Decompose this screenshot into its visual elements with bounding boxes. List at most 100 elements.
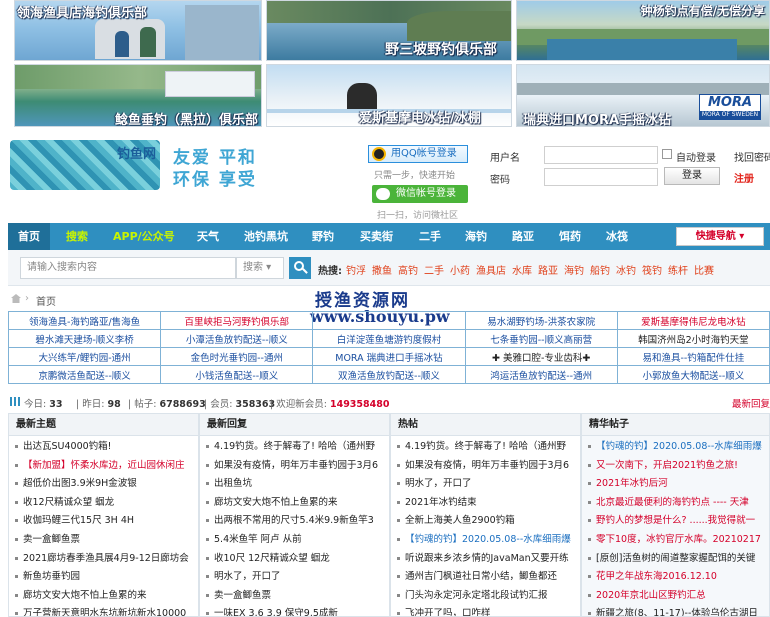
partner-link[interactable]: MORA 瑞典进口手摇冰钻 — [312, 347, 466, 366]
banner-mora[interactable]: 瑞典进口MORA手摇冰钻 MORA MORA OF SWEDEN — [516, 64, 770, 127]
thread-link[interactable]: 卖一盒鲫鱼票 — [206, 587, 389, 606]
thread-link[interactable]: 北京最近最便利的海钓钓点 ---- 天津 — [588, 494, 769, 513]
nav-app[interactable]: APP/公众号 — [113, 223, 175, 250]
thread-link[interactable]: 野钓人的梦想是什么? ......我觉得就一 — [588, 512, 769, 531]
nav-weather[interactable]: 天气 — [197, 223, 219, 250]
quick-nav-dropdown[interactable]: 快捷导航 ▾ — [676, 227, 764, 246]
thread-link[interactable]: 如果没有疫情，明年万丰垂钓园于3月6 — [397, 457, 580, 476]
thread-link[interactable]: 零下10度，冰钓官厅水库。20210217 — [588, 531, 769, 550]
breadcrumb-home[interactable]: 首页 — [36, 293, 56, 308]
thread-link[interactable]: 出达瓦SU4000钓箱! — [15, 438, 198, 457]
hot-keyword[interactable]: 渔具店 — [476, 262, 506, 277]
hot-keyword[interactable]: 筏钓 — [642, 262, 662, 277]
partner-link[interactable]: 易和渔具--钓箱配件仕挂 — [616, 347, 770, 366]
nav-market[interactable]: 买卖街 — [360, 223, 393, 250]
thread-link[interactable]: 5.4米鱼竿 阿卢 从前 — [206, 531, 389, 550]
nav-lure[interactable]: 路亚 — [512, 223, 534, 250]
thread-link[interactable]: 飞冲开了吗，口咋样 — [397, 605, 580, 616]
thread-link[interactable]: 4.19钓货。终于解毒了! 哈哈（通州野 — [397, 438, 580, 457]
nav-secondhand[interactable]: 二手 — [419, 223, 441, 250]
thread-link[interactable]: 【新加盟】怀柔水库边，近山园休闲庄 — [15, 457, 198, 476]
partner-link[interactable]: 领海渔具-海钓路亚/售海鱼 — [7, 311, 162, 330]
nav-search[interactable]: 搜索 — [66, 223, 88, 250]
nav-bait[interactable]: 饵药 — [559, 223, 581, 250]
hot-keyword[interactable]: 钓浮 — [346, 262, 366, 277]
auto-login-checkbox[interactable] — [662, 149, 672, 159]
thread-link[interactable]: 4.19钓货。终于解毒了! 哈哈（通州野 — [206, 438, 389, 457]
thread-link[interactable]: 万子营新天意明水东坑新坑新水10000 — [15, 605, 198, 616]
partner-link[interactable]: ✚ 美雅口腔-专业齿科✚ — [464, 347, 618, 366]
hot-keyword[interactable]: 小药 — [450, 262, 470, 277]
thread-link[interactable]: 全新上海美人鱼2900钓箱 — [397, 512, 580, 531]
thread-link[interactable]: 卖一盒鲫鱼票 — [15, 531, 198, 550]
hot-keyword[interactable]: 路亚 — [538, 262, 558, 277]
thread-link[interactable]: 通州吉门枫道社日常小结，鲫鱼都还 — [397, 568, 580, 587]
search-scope-select[interactable]: 搜索 ▾ — [236, 257, 284, 279]
login-button[interactable]: 登录 — [664, 167, 720, 185]
partner-link[interactable]: 碧水滩天建场-顺义李桥 — [7, 329, 162, 348]
thread-link[interactable]: 2020年京北山区野钓汇总 — [588, 587, 769, 606]
partner-link[interactable]: 大兴练竿/鲤钓园-通州 — [7, 347, 162, 366]
thread-link[interactable]: 出两根不常用的尺寸5.4米9.9新鱼竿3 — [206, 512, 389, 531]
search-button[interactable] — [289, 257, 311, 279]
thread-link[interactable]: 廊坊文安大炮不怕上鱼累的来 — [206, 494, 389, 513]
thread-link[interactable]: 明水了，开口了 — [206, 568, 389, 587]
thread-link[interactable]: 【钓魂的钓】2020.05.08--水库细雨爆 — [588, 438, 769, 457]
wechat-login-button[interactable]: 微信帐号登录 — [372, 185, 468, 203]
hot-keyword[interactable]: 冰钓 — [616, 262, 636, 277]
qq-login-button[interactable]: 用QQ帐号登录 — [368, 145, 468, 163]
thread-link[interactable]: 又一次南下，开启2021钓鱼之旅! — [588, 457, 769, 476]
hot-keyword[interactable]: 撒鱼 — [372, 262, 392, 277]
partner-link[interactable]: 鸿运活鱼放钓配送--通州 — [464, 365, 618, 384]
site-logo[interactable]: 钓鱼网 — [10, 140, 160, 190]
thread-link[interactable]: 【钓魂的钓】2020.05.08--水库细雨爆 — [397, 531, 580, 550]
thread-link[interactable]: 收12尺精诚众望 蝈龙 — [15, 494, 198, 513]
home-icon[interactable] — [11, 294, 21, 303]
password-input[interactable] — [544, 168, 658, 186]
hot-keyword[interactable]: 高钓 — [398, 262, 418, 277]
hot-keyword[interactable]: 水库 — [512, 262, 532, 277]
forgot-password-link[interactable]: 找回密码 — [734, 149, 770, 164]
banner-diaodian[interactable]: 钟杨钓点有偿/无偿分享 — [516, 0, 770, 61]
thread-link[interactable]: 一味EX 3.6 3.9 保守9.5成新 — [206, 605, 389, 616]
partner-link[interactable]: 爱斯基摩得伟尼龙电冰钻 — [616, 311, 770, 330]
partner-link[interactable] — [312, 311, 466, 330]
thread-link[interactable]: 如果没有疫情，明年万丰垂钓园于3月6 — [206, 457, 389, 476]
partner-link[interactable]: 易水湖野钓场-洪茶农家院 — [464, 311, 618, 330]
newest-member[interactable]: 149358480 — [330, 399, 390, 410]
thread-link[interactable]: 出租鱼坑 — [206, 475, 389, 494]
hot-keyword[interactable]: 船钓 — [590, 262, 610, 277]
banner-nianyu[interactable]: 鲶鱼垂钓（黑拉）俱乐部 — [14, 64, 262, 127]
partner-link[interactable]: 小钱活鱼配送--顺义 — [160, 365, 314, 384]
thread-link[interactable]: 门头沟永定河永定塔北段试钓汇报 — [397, 587, 580, 606]
thread-link[interactable]: 2021年冰钓后河 — [588, 475, 769, 494]
thread-link[interactable]: 2021廊坊春季渔具展4月9-12日廊坊会 — [15, 550, 198, 569]
hot-keyword[interactable]: 海钓 — [564, 262, 584, 277]
thread-link[interactable]: 花甲之年战东海2016.12.10 — [588, 568, 769, 587]
latest-reply-link[interactable]: 最新回复 — [732, 396, 770, 410]
username-input[interactable] — [544, 146, 658, 164]
partner-link[interactable]: 七条垂钓园--顺义高丽营 — [464, 329, 618, 348]
thread-link[interactable]: [原创]活鱼树的闹道整家握配饵的关键 — [588, 550, 769, 569]
thread-link[interactable]: 听说跟来乡浓乡情的JavaMan又要开练 — [397, 550, 580, 569]
thread-link[interactable]: 新鱼坊垂钓园 — [15, 568, 198, 587]
hot-keyword[interactable]: 二手 — [424, 262, 444, 277]
nav-wild[interactable]: 野钓 — [312, 223, 334, 250]
hot-keyword[interactable]: 比赛 — [694, 262, 714, 277]
register-link[interactable]: 注册 — [734, 170, 754, 185]
partner-link[interactable]: 双渔活鱼放钓配送--顺义 — [312, 365, 466, 384]
thread-link[interactable]: 新疆之旅(8、11-17)--体验乌伦古湖日 — [588, 605, 769, 616]
hot-keyword[interactable]: 练杆 — [668, 262, 688, 277]
banner-eskimo[interactable]: 爱斯基摩电冰钻/冰棚 — [266, 64, 512, 127]
thread-link[interactable]: 2021年冰钓结束 — [397, 494, 580, 513]
nav-home[interactable]: 首页 — [8, 223, 50, 250]
partner-link[interactable]: 白洋淀莲鱼塘游钓度假村 — [312, 329, 466, 348]
partner-link[interactable]: 百里峡拒马河野钓俱乐部 — [160, 311, 314, 330]
nav-sea[interactable]: 海钓 — [465, 223, 487, 250]
banner-haidiao[interactable]: 领海渔具店海钓俱乐部 — [14, 0, 262, 61]
partner-link[interactable]: 小潭活鱼放钓配送--顺义 — [160, 329, 314, 348]
nav-ice[interactable]: 冰筏 — [606, 223, 628, 250]
thread-link[interactable]: 明水了，开口了 — [397, 475, 580, 494]
nav-pond[interactable]: 池钓黑坑 — [244, 223, 288, 250]
search-input[interactable]: 请输入搜索内容 — [20, 257, 236, 279]
